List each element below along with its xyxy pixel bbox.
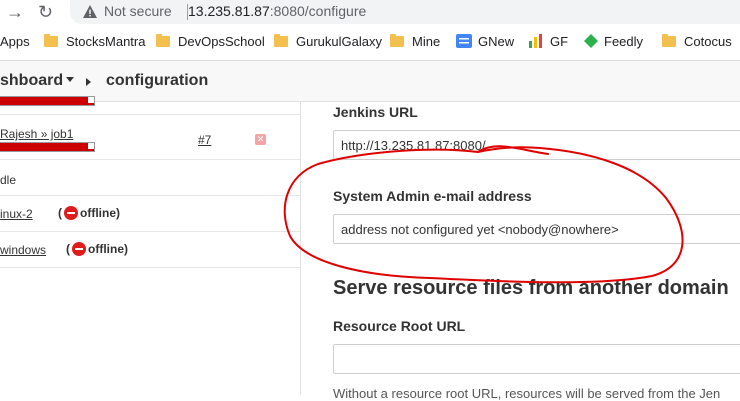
- bookmark-label: Feedly: [604, 34, 644, 49]
- chevron-down-icon[interactable]: [66, 77, 74, 82]
- bookmark-gurukulgalaxy[interactable]: GurukulGalaxy: [274, 34, 382, 49]
- resource-section-heading: Serve resource files from another domain: [333, 277, 729, 299]
- row-divider: [0, 114, 300, 115]
- offline-icon: [72, 242, 86, 256]
- bookmark-label: GF: [550, 34, 569, 49]
- stop-build-button[interactable]: ✕: [255, 134, 266, 145]
- status-text: offline: [80, 206, 116, 220]
- job-link[interactable]: Rajesh » job1: [0, 127, 73, 141]
- bookmarks-bar: Apps StocksMantra DevOpsSchool GurukulGa…: [0, 24, 740, 61]
- bookmark-gf[interactable]: GF: [528, 34, 568, 49]
- warning-icon: [83, 5, 97, 18]
- admin-email-label: System Admin e-mail address: [333, 188, 532, 204]
- resource-root-input[interactable]: [333, 344, 740, 374]
- breadcrumb-configuration[interactable]: configuration: [106, 72, 208, 90]
- address-bar[interactable]: Not secure 13.235.81.87:8080/configure: [70, 0, 740, 24]
- row-divider: [0, 159, 300, 160]
- build-progress-bar: [0, 96, 95, 106]
- forward-arrow-icon[interactable]: →: [6, 2, 24, 23]
- bookmark-label: Mine: [412, 34, 441, 49]
- url-text: 13.235.81.87:8080/configure: [188, 3, 366, 19]
- url-path: :8080/configure: [269, 3, 367, 19]
- bookmark-feedly[interactable]: Feedly: [584, 34, 643, 49]
- url-host: 13.235.81.87: [188, 3, 270, 19]
- build-number-link[interactable]: #7: [198, 133, 211, 147]
- offline-icon: [64, 206, 78, 220]
- row-divider: [0, 267, 300, 268]
- status-text: offline: [88, 242, 124, 256]
- bookmark-gnew[interactable]: GNew: [456, 34, 514, 49]
- node-status-windows: (offline): [66, 242, 128, 256]
- security-label: Not secure: [104, 3, 172, 19]
- bookmark-label: Cotocus: [684, 34, 732, 49]
- folder-icon: [156, 34, 170, 47]
- folder-icon: [390, 34, 404, 47]
- bookmark-devopsschool[interactable]: DevOpsSchool: [156, 34, 265, 49]
- executor-panel: Rajesh » job1 #7 ✕ dle inux-2 (offline) …: [0, 96, 301, 395]
- jenkins-url-label: Jenkins URL: [333, 104, 418, 120]
- row-divider: [0, 195, 300, 196]
- gnew-icon: [456, 34, 472, 48]
- browser-address-row: → ↻ Not secure 13.235.81.87:8080/configu…: [0, 0, 740, 24]
- node-link-windows[interactable]: windows: [0, 243, 46, 257]
- folder-icon: [662, 34, 676, 47]
- resource-root-help: Without a resource root URL, resources w…: [333, 386, 721, 401]
- admin-email-value: address not configured yet <nobody@nowhe…: [341, 222, 619, 237]
- folder-icon: [44, 34, 58, 47]
- bookmark-label: Apps: [0, 34, 30, 49]
- resource-root-label: Resource Root URL: [333, 318, 466, 334]
- bookmark-cotocus[interactable]: Cotocus: [662, 34, 732, 49]
- bookmark-apps[interactable]: Apps: [0, 34, 30, 49]
- feedly-icon: [584, 34, 598, 48]
- bookmark-label: DevOpsSchool: [178, 34, 265, 49]
- jenkins-url-value: http://13.235.81.87:8080/: [341, 138, 486, 153]
- bookmark-label: StocksMantra: [66, 34, 146, 49]
- breadcrumb: shboard configuration: [0, 61, 740, 102]
- folder-icon: [274, 34, 288, 47]
- configure-form: Jenkins URL http://13.235.81.87:8080/ Sy…: [301, 102, 740, 401]
- gf-icon: [529, 34, 542, 48]
- chevron-right-icon: [86, 78, 91, 86]
- breadcrumb-dashboard[interactable]: shboard: [0, 72, 63, 90]
- idle-executor-text: dle: [0, 173, 17, 187]
- node-link-linux[interactable]: inux-2: [0, 207, 33, 221]
- node-status-linux: (offline): [58, 206, 120, 220]
- bookmark-label: GurukulGalaxy: [296, 34, 382, 49]
- bookmark-label: GNew: [478, 34, 515, 49]
- bookmark-stocksmantra[interactable]: StocksMantra: [44, 34, 145, 49]
- build-progress-bar: [0, 142, 95, 152]
- row-divider: [0, 231, 300, 232]
- bookmark-mine[interactable]: Mine: [390, 34, 440, 49]
- reload-icon[interactable]: ↻: [38, 2, 53, 23]
